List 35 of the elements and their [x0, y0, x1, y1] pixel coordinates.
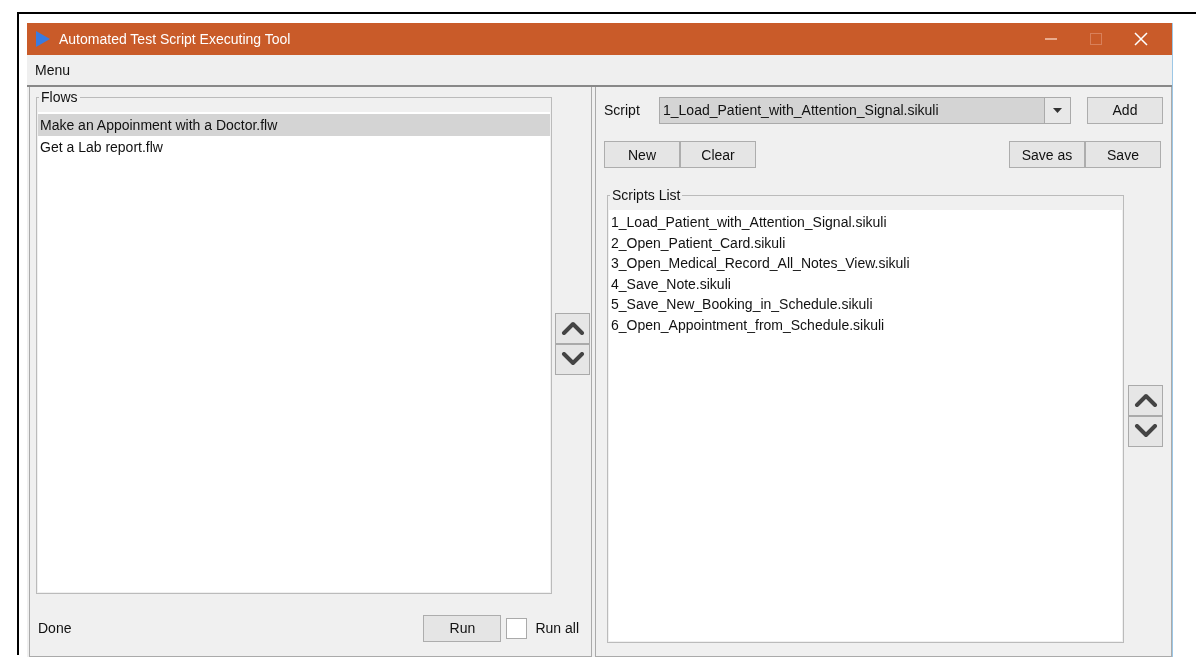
script-item[interactable]: 2_Open_Patient_Card.sikuli: [609, 232, 1122, 253]
run-all-checkbox[interactable]: [506, 617, 528, 639]
move-down-button[interactable]: [555, 343, 590, 375]
script-item[interactable]: 1_Load_Patient_with_Attention_Signal.sikuli: [609, 212, 1122, 233]
group-title: Flows: [39, 90, 80, 104]
script-item[interactable]: 6_Open_Appointment_from_Schedule.sikuli: [609, 314, 1122, 335]
dropdown-arrow-icon: [1053, 107, 1062, 113]
status-text: Done: [38, 620, 72, 636]
script-label: Script: [604, 102, 641, 118]
flow-item[interactable]: Make an Appoinment with a Doctor.flw: [38, 114, 550, 136]
chevron-up-icon: [1133, 393, 1158, 407]
toolbar-button[interactable]: Save: [1085, 141, 1161, 168]
script-item[interactable]: 5_Save_New_Booking_in_Schedule.sikuli: [609, 294, 1122, 315]
toolbar-button[interactable]: Save as: [1009, 141, 1085, 168]
script-item[interactable]: 4_Save_Note.sikuli: [609, 273, 1122, 294]
group-title: Scripts List: [610, 188, 683, 202]
checkbox-label[interactable]: Run all: [535, 620, 579, 636]
window-title: Automated Test Script Executing Tool: [59, 31, 291, 47]
move-up-button[interactable]: [1128, 384, 1163, 416]
menu-item[interactable]: Menu: [35, 62, 71, 78]
chevron-up-icon: [560, 321, 585, 335]
chevron-down-icon: [560, 352, 585, 366]
move-up-button[interactable]: [555, 312, 590, 344]
script-item[interactable]: 3_Open_Medical_Record_All_Notes_View.sikuli: [609, 253, 1122, 274]
toolbar-button[interactable]: New: [604, 141, 680, 168]
toolbar-button[interactable]: Clear: [680, 141, 756, 168]
move-down-button[interactable]: [1128, 415, 1163, 447]
add-button[interactable]: Add: [1087, 96, 1163, 124]
chevron-down-icon: [1133, 424, 1158, 438]
run-button[interactable]: Run: [423, 614, 502, 642]
script-dropdown[interactable]: 1_Load_Patient_with_Attention_Signal.sikuli: [659, 96, 1071, 124]
play-icon: [35, 30, 51, 48]
close-icon[interactable]: [1134, 32, 1148, 46]
flow-item[interactable]: Get a Lab report.flw: [38, 136, 550, 158]
maximize-icon: [1089, 32, 1103, 46]
